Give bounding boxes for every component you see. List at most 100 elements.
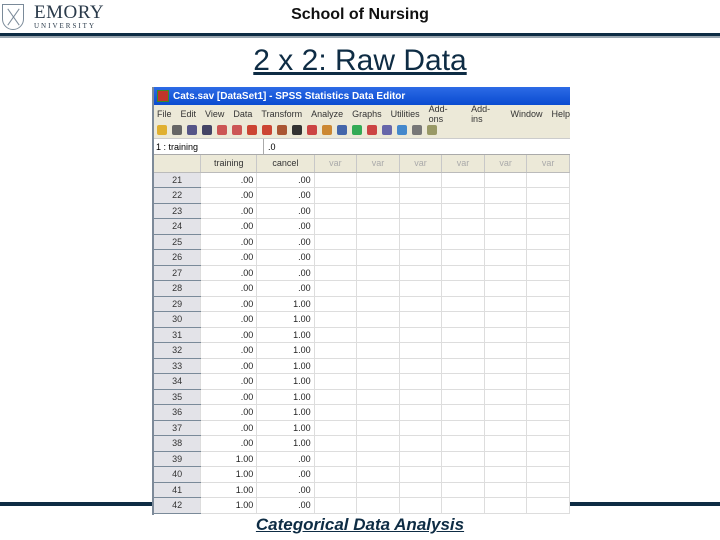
cell-cancel[interactable]: 1.00: [256, 327, 315, 343]
cell-empty[interactable]: [314, 435, 358, 452]
cell-empty[interactable]: [484, 373, 528, 390]
cell-empty[interactable]: [356, 327, 400, 343]
cell-empty[interactable]: [399, 420, 443, 436]
row-number[interactable]: 38: [154, 435, 202, 452]
cell-empty[interactable]: [399, 187, 443, 204]
cell-empty[interactable]: [526, 172, 570, 188]
row-number[interactable]: 21: [154, 172, 202, 188]
cell-empty[interactable]: [441, 265, 485, 281]
cell-empty[interactable]: [314, 311, 358, 328]
toolbar-button-icon[interactable]: [337, 125, 347, 135]
cell-empty[interactable]: [441, 389, 485, 405]
cell-empty[interactable]: [399, 466, 443, 483]
cell-empty[interactable]: [356, 451, 400, 467]
cell-empty[interactable]: [356, 389, 400, 405]
cell-training[interactable]: .00: [200, 218, 258, 235]
cell-empty[interactable]: [356, 358, 400, 374]
cell-empty[interactable]: [356, 311, 400, 328]
cell-empty[interactable]: [399, 497, 443, 514]
cell-empty[interactable]: [526, 435, 570, 452]
cell-empty[interactable]: [314, 497, 358, 514]
cell-empty[interactable]: [356, 497, 400, 514]
cell-empty[interactable]: [526, 342, 570, 359]
row-number[interactable]: 40: [154, 466, 202, 483]
menu-transform[interactable]: Transform: [261, 109, 302, 119]
cell-empty[interactable]: [484, 420, 528, 436]
cell-empty[interactable]: [314, 373, 358, 390]
cell-empty[interactable]: [399, 389, 443, 405]
menu-file[interactable]: File: [157, 109, 172, 119]
cell-empty[interactable]: [526, 218, 570, 235]
cell-value[interactable]: .0: [264, 139, 280, 154]
menu-window[interactable]: Window: [510, 109, 542, 119]
column-header-var[interactable]: var: [314, 155, 358, 173]
cell-empty[interactable]: [484, 203, 528, 219]
cell-empty[interactable]: [526, 234, 570, 250]
cell-empty[interactable]: [484, 265, 528, 281]
cell-empty[interactable]: [399, 311, 443, 328]
cell-empty[interactable]: [526, 327, 570, 343]
cell-cancel[interactable]: .00: [256, 172, 315, 188]
menu-help[interactable]: Help: [551, 109, 570, 119]
cell-empty[interactable]: [356, 172, 400, 188]
toolbar-button-icon[interactable]: [232, 125, 242, 135]
cell-empty[interactable]: [441, 342, 485, 359]
menu-data[interactable]: Data: [233, 109, 252, 119]
cell-empty[interactable]: [441, 466, 485, 483]
cell-empty[interactable]: [526, 249, 570, 266]
cell-cancel[interactable]: .00: [256, 482, 315, 498]
cell-empty[interactable]: [399, 373, 443, 390]
cell-empty[interactable]: [526, 389, 570, 405]
column-header-var[interactable]: var: [356, 155, 400, 173]
cell-empty[interactable]: [356, 435, 400, 452]
cell-empty[interactable]: [399, 342, 443, 359]
cell-training[interactable]: .00: [200, 327, 258, 343]
cell-empty[interactable]: [484, 296, 528, 312]
toolbar-button-icon[interactable]: [157, 125, 167, 135]
cell-training[interactable]: .00: [200, 358, 258, 374]
menu-utilities[interactable]: Utilities: [391, 109, 420, 119]
cell-training[interactable]: .00: [200, 296, 258, 312]
menu-view[interactable]: View: [205, 109, 224, 119]
toolbar-button-icon[interactable]: [187, 125, 197, 135]
cell-empty[interactable]: [441, 404, 485, 421]
cell-empty[interactable]: [484, 358, 528, 374]
cell-empty[interactable]: [484, 172, 528, 188]
toolbar-button-icon[interactable]: [247, 125, 257, 135]
cell-empty[interactable]: [399, 435, 443, 452]
row-number[interactable]: 37: [154, 420, 202, 436]
cell-empty[interactable]: [441, 435, 485, 452]
cell-empty[interactable]: [399, 218, 443, 235]
cell-empty[interactable]: [526, 296, 570, 312]
menu-addins[interactable]: Add-ins: [471, 104, 501, 124]
column-header-var[interactable]: var: [399, 155, 443, 173]
cell-empty[interactable]: [399, 482, 443, 498]
cell-empty[interactable]: [314, 172, 358, 188]
cell-training[interactable]: .00: [200, 389, 258, 405]
cell-cancel[interactable]: 1.00: [256, 358, 315, 374]
cell-empty[interactable]: [399, 172, 443, 188]
cell-training[interactable]: .00: [200, 172, 258, 188]
cell-training[interactable]: 1.00: [200, 482, 258, 498]
cell-empty[interactable]: [314, 280, 358, 297]
cell-empty[interactable]: [526, 280, 570, 297]
cell-training[interactable]: .00: [200, 203, 258, 219]
column-header-var[interactable]: var: [441, 155, 485, 173]
cell-empty[interactable]: [441, 187, 485, 204]
cell-empty[interactable]: [441, 172, 485, 188]
cell-cancel[interactable]: .00: [256, 218, 315, 235]
cell-empty[interactable]: [399, 404, 443, 421]
cell-empty[interactable]: [484, 435, 528, 452]
cell-empty[interactable]: [314, 451, 358, 467]
cell-empty[interactable]: [441, 311, 485, 328]
cell-empty[interactable]: [526, 265, 570, 281]
cell-empty[interactable]: [314, 296, 358, 312]
row-number[interactable]: 25: [154, 234, 202, 250]
cell-empty[interactable]: [526, 358, 570, 374]
cell-empty[interactable]: [484, 280, 528, 297]
row-number[interactable]: 30: [154, 311, 202, 328]
cell-empty[interactable]: [356, 466, 400, 483]
cell-training[interactable]: .00: [200, 373, 258, 390]
row-number[interactable]: 32: [154, 342, 202, 359]
row-number[interactable]: 24: [154, 218, 202, 235]
